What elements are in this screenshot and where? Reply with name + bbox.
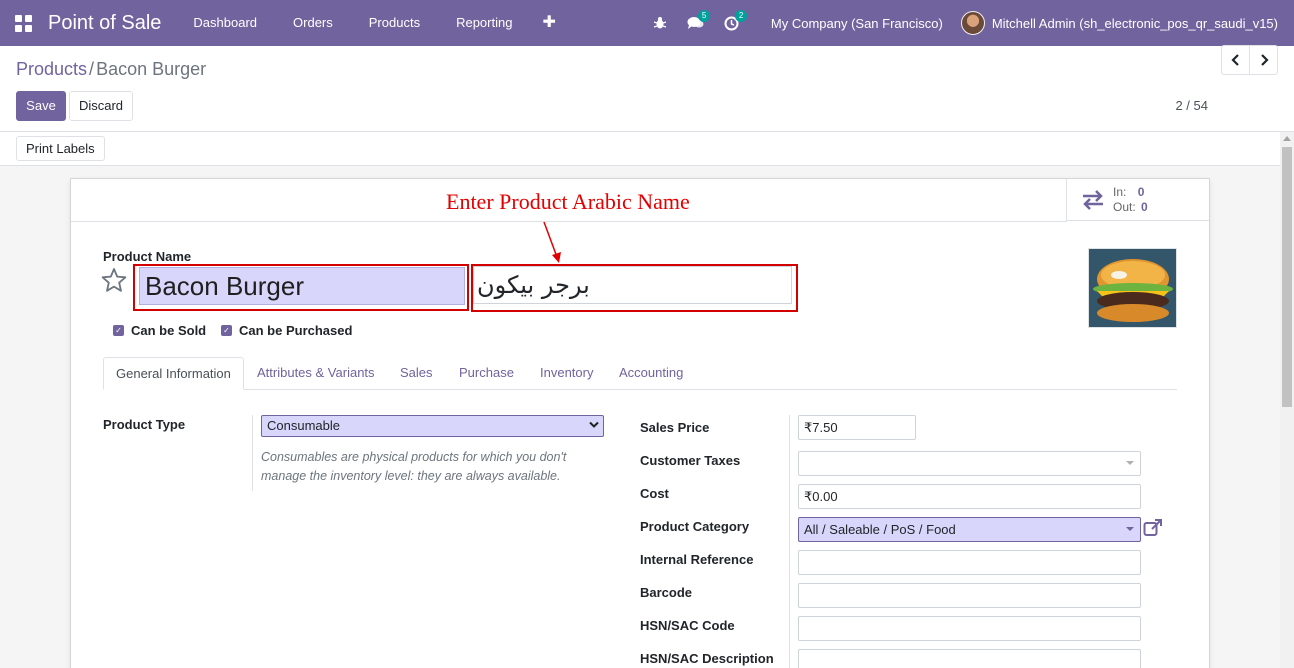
tab-inventory[interactable]: Inventory	[540, 357, 593, 390]
tab-sales[interactable]: Sales	[400, 357, 433, 390]
can-be-purchased-checkbox[interactable]: ✓	[221, 325, 232, 336]
form-statusbar: Print Labels	[0, 132, 1280, 166]
menu-orders[interactable]: Orders	[275, 0, 351, 46]
apps-menu-icon[interactable]	[0, 0, 46, 46]
hsn-sac-description-input[interactable]	[798, 649, 1141, 668]
arabic-name-input[interactable]: برجر بيكون	[473, 266, 792, 304]
can-be-sold-label[interactable]: Can be Sold	[131, 323, 206, 338]
can-be-purchased-label[interactable]: Can be Purchased	[239, 323, 352, 338]
breadcrumb-current: Bacon Burger	[96, 59, 207, 79]
chevron-left-icon	[1230, 54, 1239, 66]
tab-general-information[interactable]: General Information	[103, 357, 244, 390]
systray: 5 2 My Company (San Francisco) Mitchell …	[643, 0, 1294, 46]
plus-icon[interactable]: ✚	[530, 0, 567, 46]
pager-value[interactable]: 2 / 54	[1175, 98, 1208, 113]
dropdown-caret-icon[interactable]	[1126, 461, 1134, 465]
top-navbar: Point of Sale Dashboard Orders Products …	[0, 0, 1294, 46]
avatar	[960, 11, 985, 35]
annotation-arrow-icon	[543, 221, 561, 263]
exchange-arrows-icon	[1083, 189, 1103, 210]
product-image[interactable]	[1088, 248, 1177, 328]
user-menu[interactable]: Mitchell Admin (sh_electronic_pos_qr_sau…	[960, 11, 1294, 35]
annotation-text: Enter Product Arabic Name	[446, 189, 690, 214]
product-type-value: Consumable	[267, 418, 340, 433]
divider	[789, 415, 790, 668]
scrollbar[interactable]	[1280, 132, 1294, 668]
product-type-help: Consumables are physical products for wh…	[261, 450, 567, 483]
menu-dashboard[interactable]: Dashboard	[175, 0, 275, 46]
tab-attributes-variants[interactable]: Attributes & Variants	[257, 357, 375, 390]
divider	[71, 221, 1067, 222]
form-sheet: In: 0 Out: 0 Enter Product Arabic Name P…	[70, 178, 1210, 668]
breadcrumb: Products / Bacon Burger	[16, 59, 206, 80]
save-button[interactable]: Save	[16, 91, 66, 121]
messages-count-badge: 5	[697, 10, 711, 22]
menu-products[interactable]: Products	[351, 0, 438, 46]
breadcrumb-separator: /	[89, 59, 95, 79]
control-panel: Products / Bacon Burger Save Discard 2 / 5…	[0, 46, 1294, 132]
notebook-tabs: General Information Attributes & Variant…	[103, 357, 1177, 390]
chevron-right-icon	[1260, 54, 1269, 66]
internal-reference-label: Internal Reference	[640, 552, 754, 567]
sales-price-input[interactable]: ₹7.50	[798, 415, 916, 440]
discard-button[interactable]: Discard	[69, 91, 133, 121]
dropdown-caret-icon[interactable]	[1126, 527, 1134, 531]
product-name-input[interactable]: Bacon Burger	[139, 267, 465, 305]
app-title[interactable]: Point of Sale	[48, 12, 161, 35]
pager-next-button[interactable]	[1249, 45, 1278, 75]
tab-purchase[interactable]: Purchase	[459, 357, 514, 390]
cost-input[interactable]: ₹0.00	[798, 484, 1141, 509]
activities-count-badge: 2	[734, 10, 748, 22]
burger-image	[1089, 249, 1176, 327]
activities-button[interactable]: 2	[714, 0, 749, 46]
hsn-sac-code-label: HSN/SAC Code	[640, 618, 735, 633]
hsn-sac-description-label: HSN/SAC Description	[640, 651, 774, 666]
sales-price-label: Sales Price	[640, 420, 710, 435]
scrollbar-thumb[interactable]	[1282, 147, 1292, 407]
stat-in-label: In:	[1113, 184, 1127, 199]
product-category-label: Product Category	[640, 519, 750, 534]
breadcrumb-products-link[interactable]: Products	[16, 59, 87, 79]
star-icon[interactable]	[101, 267, 127, 293]
menu-reporting[interactable]: Reporting	[438, 0, 530, 46]
can-be-sold-checkbox[interactable]: ✓	[113, 325, 124, 336]
bug-icon	[653, 17, 667, 29]
print-labels-button[interactable]: Print Labels	[16, 136, 105, 161]
stat-out-value: 0	[1141, 199, 1148, 214]
user-name: Mitchell Admin (sh_electronic_pos_qr_sau…	[991, 15, 1278, 31]
cost-label: Cost	[640, 486, 669, 501]
chevron-down-icon	[589, 421, 599, 428]
stock-moves-stat-button[interactable]: In: 0 Out: 0	[1066, 179, 1209, 221]
divider	[252, 415, 253, 491]
debug-bug-icon[interactable]	[643, 0, 677, 46]
customer-taxes-input[interactable]	[798, 451, 1141, 476]
pager-previous-button[interactable]	[1221, 45, 1250, 75]
messages-button[interactable]: 5	[677, 0, 714, 46]
product-name-label: Product Name	[103, 249, 192, 264]
product-type-label: Product Type	[103, 417, 186, 432]
external-link-icon[interactable]	[1143, 519, 1163, 537]
stat-in-value: 0	[1137, 184, 1145, 199]
barcode-label: Barcode	[640, 585, 693, 600]
customer-taxes-label: Customer Taxes	[640, 453, 741, 468]
product-type-select[interactable]: Consumable	[261, 415, 604, 437]
main-menu: Dashboard Orders Products Reporting ✚	[175, 0, 567, 46]
scroll-up-arrow-icon[interactable]	[1283, 136, 1291, 141]
tab-accounting[interactable]: Accounting	[619, 357, 683, 390]
product-category-input[interactable]: All / Saleable / PoS / Food	[798, 517, 1141, 542]
stat-in-out: In: 0 Out: 0	[1113, 185, 1148, 215]
product-category-value: All / Saleable / PoS / Food	[804, 522, 956, 537]
stat-out-label: Out:	[1113, 199, 1136, 214]
barcode-input[interactable]	[798, 583, 1141, 608]
hsn-sac-code-input[interactable]	[798, 616, 1141, 641]
internal-reference-input[interactable]	[798, 550, 1141, 575]
company-switcher[interactable]: My Company (San Francisco)	[749, 16, 961, 31]
